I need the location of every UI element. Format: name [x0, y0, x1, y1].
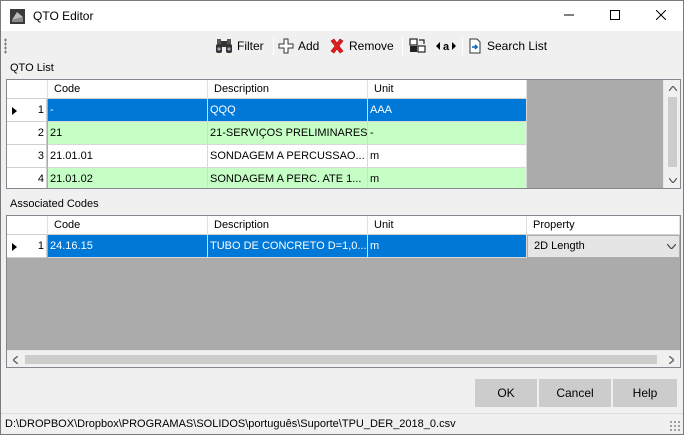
app-icon — [9, 8, 26, 25]
close-icon — [655, 9, 667, 23]
property-select[interactable]: 2D Length — [527, 235, 680, 258]
replace-icon: a — [435, 38, 457, 54]
filter-label: Filter — [237, 39, 264, 53]
cell-code[interactable]: - — [48, 99, 208, 122]
cell-unit[interactable]: m — [368, 145, 527, 168]
help-button[interactable]: Help — [613, 379, 677, 407]
scroll-thumb[interactable] — [668, 97, 677, 167]
qto-list-grid[interactable]: Code Description Unit 1 - QQQ AAA 2 21 2… — [6, 79, 681, 189]
cell-unit[interactable]: m — [368, 168, 527, 188]
column-header-code[interactable]: Code — [48, 216, 208, 235]
status-bar: D:\DROPBOX\Dropbox\PROGRAMAS\SOLIDOS\por… — [1, 413, 683, 434]
toolbar-separator — [402, 37, 403, 55]
chevron-right-icon[interactable] — [663, 351, 679, 367]
search-list-icon — [467, 38, 483, 54]
search-list-label: Search List — [487, 39, 548, 53]
cell-description[interactable]: 21-SERVIÇOS PRELIMINARES — [208, 122, 368, 145]
cell-unit[interactable]: m — [368, 235, 527, 258]
cell-description[interactable]: SONDAGEM A PERC. ATE 1... — [208, 168, 368, 188]
binoculars-icon — [215, 38, 233, 54]
window-title: QTO Editor — [33, 9, 94, 23]
qto-editor-window: QTO Editor Filter Add Remove a Search Li… — [0, 0, 684, 435]
row-pointer-icon — [12, 243, 17, 251]
minimize-button[interactable] — [546, 1, 592, 31]
toolbar: Filter Add Remove a Search List — [1, 32, 683, 60]
minimize-icon — [564, 9, 574, 23]
svg-text:a: a — [443, 41, 450, 53]
qto-list-vertical-scrollbar[interactable] — [663, 80, 680, 188]
remove-button[interactable]: Remove — [329, 35, 394, 57]
search-list-button[interactable]: Search List — [467, 35, 547, 57]
remove-label: Remove — [349, 39, 394, 53]
chevron-down-icon[interactable] — [664, 172, 680, 188]
cell-unit[interactable]: AAA — [368, 99, 527, 122]
qto-list-label: QTO List — [10, 62, 54, 74]
cell-code[interactable]: 21.01.02 — [48, 168, 208, 188]
file-path: D:\DROPBOX\Dropbox\PROGRAMAS\SOLIDOS\por… — [5, 418, 456, 430]
toolbar-grip[interactable] — [4, 38, 7, 54]
title-bar[interactable]: QTO Editor — [1, 1, 683, 31]
chevron-up-icon[interactable] — [664, 80, 680, 96]
column-header-description[interactable]: Description — [208, 80, 368, 99]
chevron-left-icon[interactable] — [7, 351, 23, 367]
add-button[interactable]: Add — [278, 35, 319, 57]
add-icon — [278, 38, 294, 54]
copy-button[interactable] — [409, 35, 427, 57]
toolbar-separator — [462, 37, 463, 55]
column-header-description[interactable]: Description — [208, 216, 368, 235]
filter-button[interactable]: Filter — [215, 35, 264, 57]
cell-code[interactable]: 21.01.01 — [48, 145, 208, 168]
maximize-button[interactable] — [592, 1, 638, 31]
cell-description[interactable]: QQQ — [208, 99, 368, 122]
cancel-button[interactable]: Cancel — [539, 379, 611, 407]
ok-button[interactable]: OK — [475, 379, 537, 407]
scroll-thumb[interactable] — [25, 355, 657, 364]
cell-code[interactable]: 24.16.15 — [48, 235, 208, 258]
copy-icon — [409, 38, 427, 54]
replace-button[interactable]: a — [435, 35, 457, 57]
cell-code[interactable]: 21 — [48, 122, 208, 145]
close-button[interactable] — [638, 1, 684, 31]
cell-unit[interactable]: - — [368, 122, 527, 145]
add-label: Add — [298, 39, 320, 53]
row-number[interactable]: 3 — [7, 145, 47, 168]
associated-codes-horizontal-scrollbar[interactable] — [7, 350, 680, 367]
row-number[interactable]: 2 — [7, 122, 47, 145]
toolbar-separator — [273, 37, 274, 55]
column-header-property[interactable]: Property — [527, 216, 680, 235]
column-header-code[interactable]: Code — [48, 80, 208, 99]
row-pointer-icon — [12, 107, 17, 115]
cell-description[interactable]: SONDAGEM A PERCUSSAO... — [208, 145, 368, 168]
row-header-corner — [7, 80, 48, 99]
maximize-icon — [610, 9, 620, 23]
associated-codes-grid[interactable]: Code Description Unit Property 1 24.16.1… — [6, 215, 681, 368]
associated-codes-label: Associated Codes — [10, 198, 99, 210]
dropdown-arrow-icon[interactable] — [663, 236, 679, 257]
remove-icon — [329, 38, 345, 54]
row-header-corner — [7, 216, 48, 235]
column-header-unit[interactable]: Unit — [368, 216, 527, 235]
resize-grip-icon[interactable] — [669, 420, 681, 432]
row-number[interactable]: 1 — [7, 235, 47, 258]
cell-description[interactable]: TUBO DE CONCRETO D=1,0... — [208, 235, 368, 258]
row-number[interactable]: 1 — [7, 99, 47, 122]
row-number[interactable]: 4 — [7, 168, 47, 188]
property-value: 2D Length — [534, 240, 585, 252]
column-header-unit[interactable]: Unit — [368, 80, 527, 99]
